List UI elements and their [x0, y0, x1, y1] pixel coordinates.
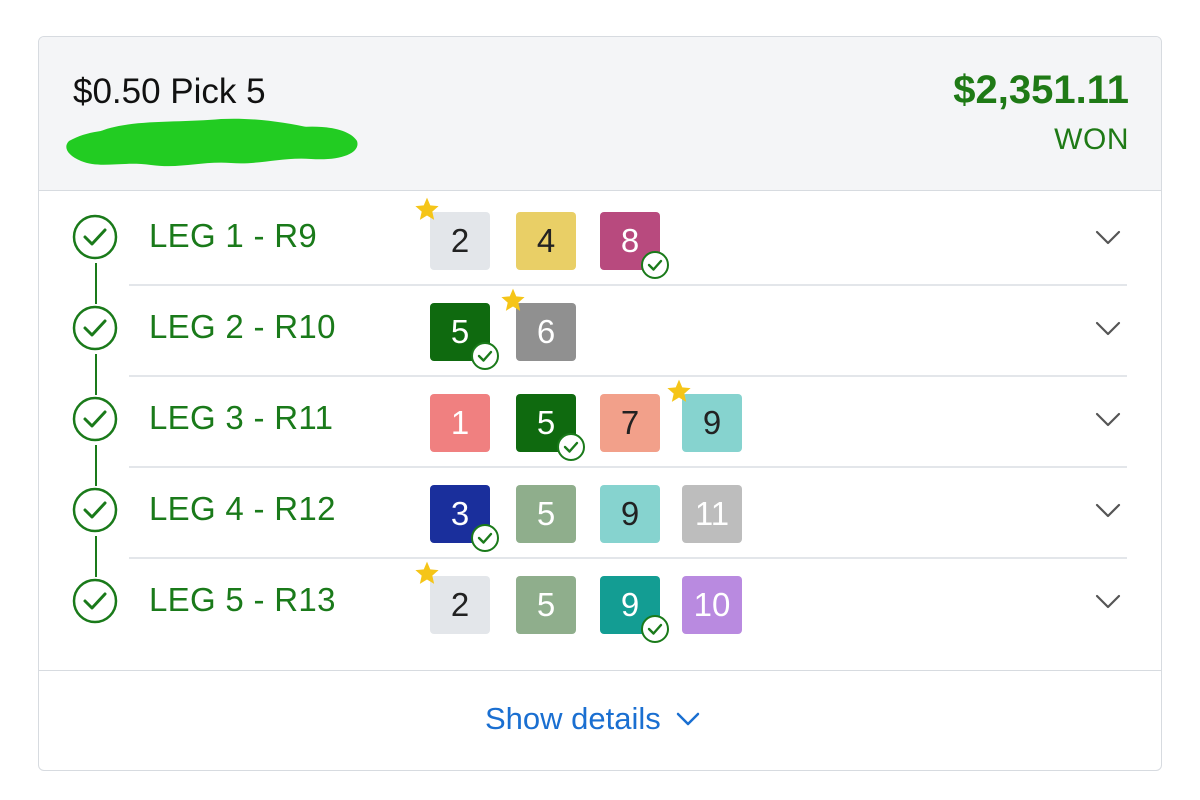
selection-chip[interactable]: 5: [516, 394, 585, 461]
selection-chip[interactable]: 9: [667, 379, 742, 452]
chevron-down-icon[interactable]: [1093, 407, 1123, 431]
leg-row[interactable]: LEG 1 - R9 2 4 8: [39, 193, 1161, 284]
show-details-link[interactable]: Show details: [485, 701, 701, 737]
won-amount: $2,351.11: [953, 68, 1129, 112]
legs-list: LEG 1 - R9 2 4 8 LEG 2 - R10 5 6 LEG 3 - R11 1 5 7…: [39, 191, 1161, 669]
selection-chip[interactable]: 4: [516, 212, 576, 270]
check-badge-icon: [641, 251, 669, 279]
selection-number: 2: [450, 222, 470, 259]
leg-label: LEG 2 - R10: [149, 308, 336, 345]
chevron-down-icon[interactable]: [1093, 498, 1123, 522]
selection-chip[interactable]: 1: [430, 394, 490, 452]
selection-number: 5: [450, 313, 470, 350]
selection-chip[interactable]: 7: [600, 394, 660, 452]
selection-number: 5: [536, 404, 556, 441]
status-label: WON: [1054, 123, 1129, 156]
star-icon: [667, 379, 691, 402]
selection-chip[interactable]: 9: [600, 485, 660, 543]
selection-number: 9: [702, 404, 722, 441]
selection-chip[interactable]: 3: [430, 485, 499, 552]
selection-number: 9: [620, 495, 640, 532]
check-circle-icon: [72, 487, 118, 533]
ticket-header: $0.50 Pick 5 $2,351.11 WON: [39, 37, 1161, 191]
selection-chip[interactable]: 2: [415, 197, 490, 270]
selection-chip[interactable]: 11: [682, 485, 742, 543]
check-circle-icon: [72, 396, 118, 442]
check-badge-icon: [471, 524, 499, 552]
selection-number: 2: [450, 586, 470, 623]
redacted-scribble: [66, 118, 358, 167]
selection-number: 3: [450, 495, 470, 532]
selection-number: 8: [620, 222, 640, 259]
leg-row[interactable]: LEG 4 - R12 3 5 9 11: [39, 466, 1161, 557]
selection-chip[interactable]: 8: [600, 212, 669, 279]
selection-number: 5: [536, 586, 556, 623]
selection-chip[interactable]: 9: [600, 576, 669, 643]
chevron-down-icon[interactable]: [1093, 225, 1123, 249]
star-icon: [415, 561, 439, 584]
chevron-down-icon[interactable]: [1093, 589, 1123, 613]
ticket-card: $0.50 Pick 5 $2,351.11 WON LEG 1 - R9 2 4 8…: [38, 36, 1162, 771]
selection-number: 1: [450, 404, 470, 441]
chevron-down-icon[interactable]: [1093, 316, 1123, 340]
check-circle-icon: [72, 578, 118, 624]
star-icon: [501, 288, 525, 311]
selection-number: 7: [620, 404, 640, 441]
selection-number: 11: [694, 495, 730, 532]
chevron-down-icon: [676, 712, 700, 726]
leg-row[interactable]: LEG 5 - R13 2 5 9 10: [39, 557, 1161, 648]
selection-number: 9: [620, 586, 640, 623]
selection-chip[interactable]: 5: [516, 576, 576, 634]
card-footer: Show details: [39, 670, 1161, 770]
selection-chip[interactable]: 2: [415, 561, 490, 634]
leg-row[interactable]: LEG 2 - R10 5 6: [39, 284, 1161, 375]
leg-label: LEG 3 - R11: [149, 399, 334, 436]
star-icon: [415, 197, 439, 220]
check-circle-icon: [72, 305, 118, 351]
check-badge-icon: [471, 342, 499, 370]
selection-number: 10: [693, 586, 731, 623]
selection-number: 4: [536, 222, 556, 259]
leg-label: LEG 1 - R9: [149, 217, 318, 254]
leg-row[interactable]: LEG 3 - R11 1 5 7 9: [39, 375, 1161, 466]
selection-number: 6: [536, 313, 556, 350]
check-circle-icon: [72, 214, 118, 260]
show-details-label: Show details: [485, 701, 661, 736]
selection-chip[interactable]: 10: [682, 576, 742, 634]
bet-title: $0.50 Pick 5: [73, 72, 266, 111]
leg-label: LEG 4 - R12: [149, 490, 336, 527]
selection-chip[interactable]: 5: [430, 303, 499, 370]
check-badge-icon: [557, 433, 585, 461]
selection-chip[interactable]: 6: [501, 288, 576, 361]
selection-chip[interactable]: 5: [516, 485, 576, 543]
check-badge-icon: [641, 615, 669, 643]
selection-number: 5: [536, 495, 556, 532]
leg-label: LEG 5 - R13: [149, 581, 336, 618]
